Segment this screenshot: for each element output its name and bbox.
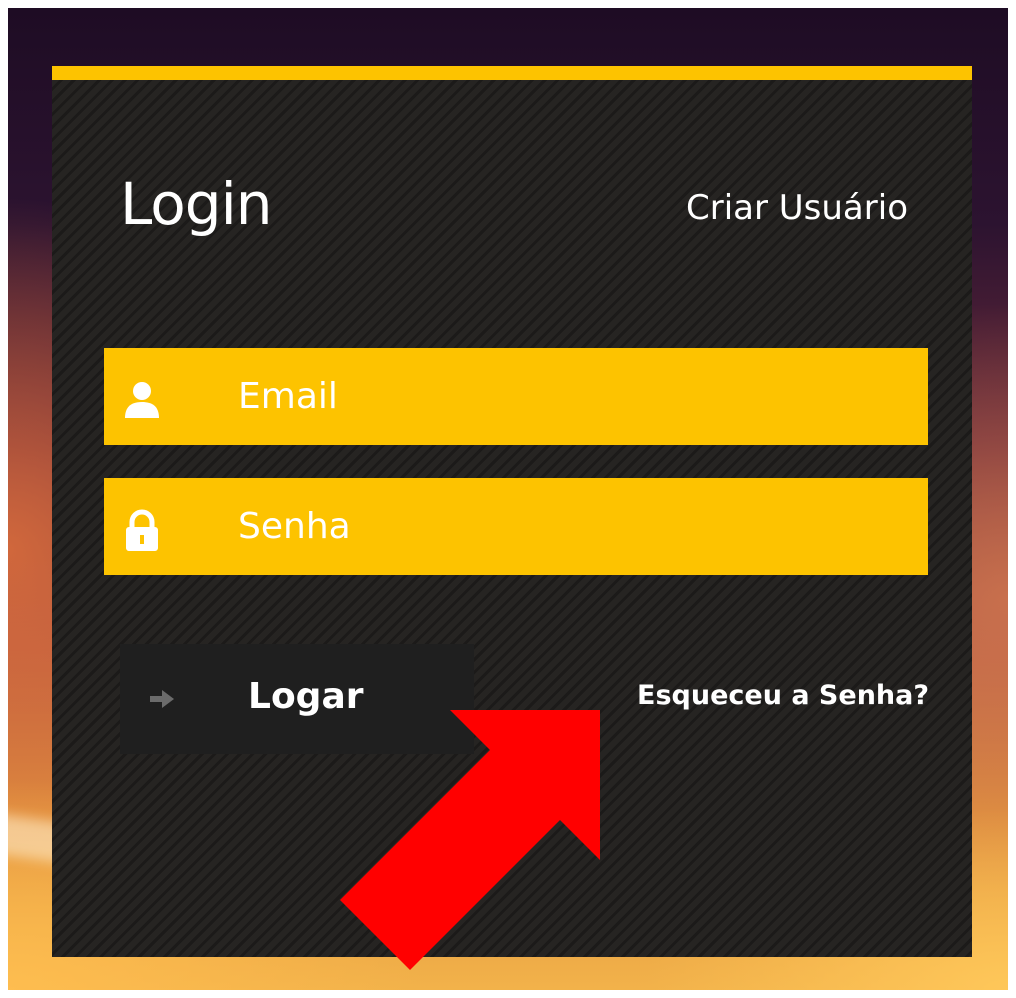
- user-icon: [125, 382, 159, 418]
- password-placeholder: Senha: [238, 506, 351, 547]
- login-panel: Login Criar Usuário Email Senha Logar Es…: [52, 66, 972, 957]
- panel-accent-bar: [52, 66, 972, 80]
- page-title: Login: [120, 170, 272, 238]
- arrow-right-icon: [150, 690, 174, 708]
- forgot-password-link[interactable]: Esqueceu a Senha?: [637, 680, 929, 711]
- screenshot-canvas: Login Criar Usuário Email Senha Logar Es…: [0, 0, 1016, 998]
- password-field[interactable]: Senha: [104, 478, 928, 575]
- create-user-link[interactable]: Criar Usuário: [686, 188, 908, 228]
- email-placeholder: Email: [238, 376, 338, 417]
- login-button[interactable]: Logar: [120, 644, 474, 754]
- lock-icon: [126, 509, 158, 551]
- login-button-label: Logar: [248, 676, 364, 717]
- email-field[interactable]: Email: [104, 348, 928, 445]
